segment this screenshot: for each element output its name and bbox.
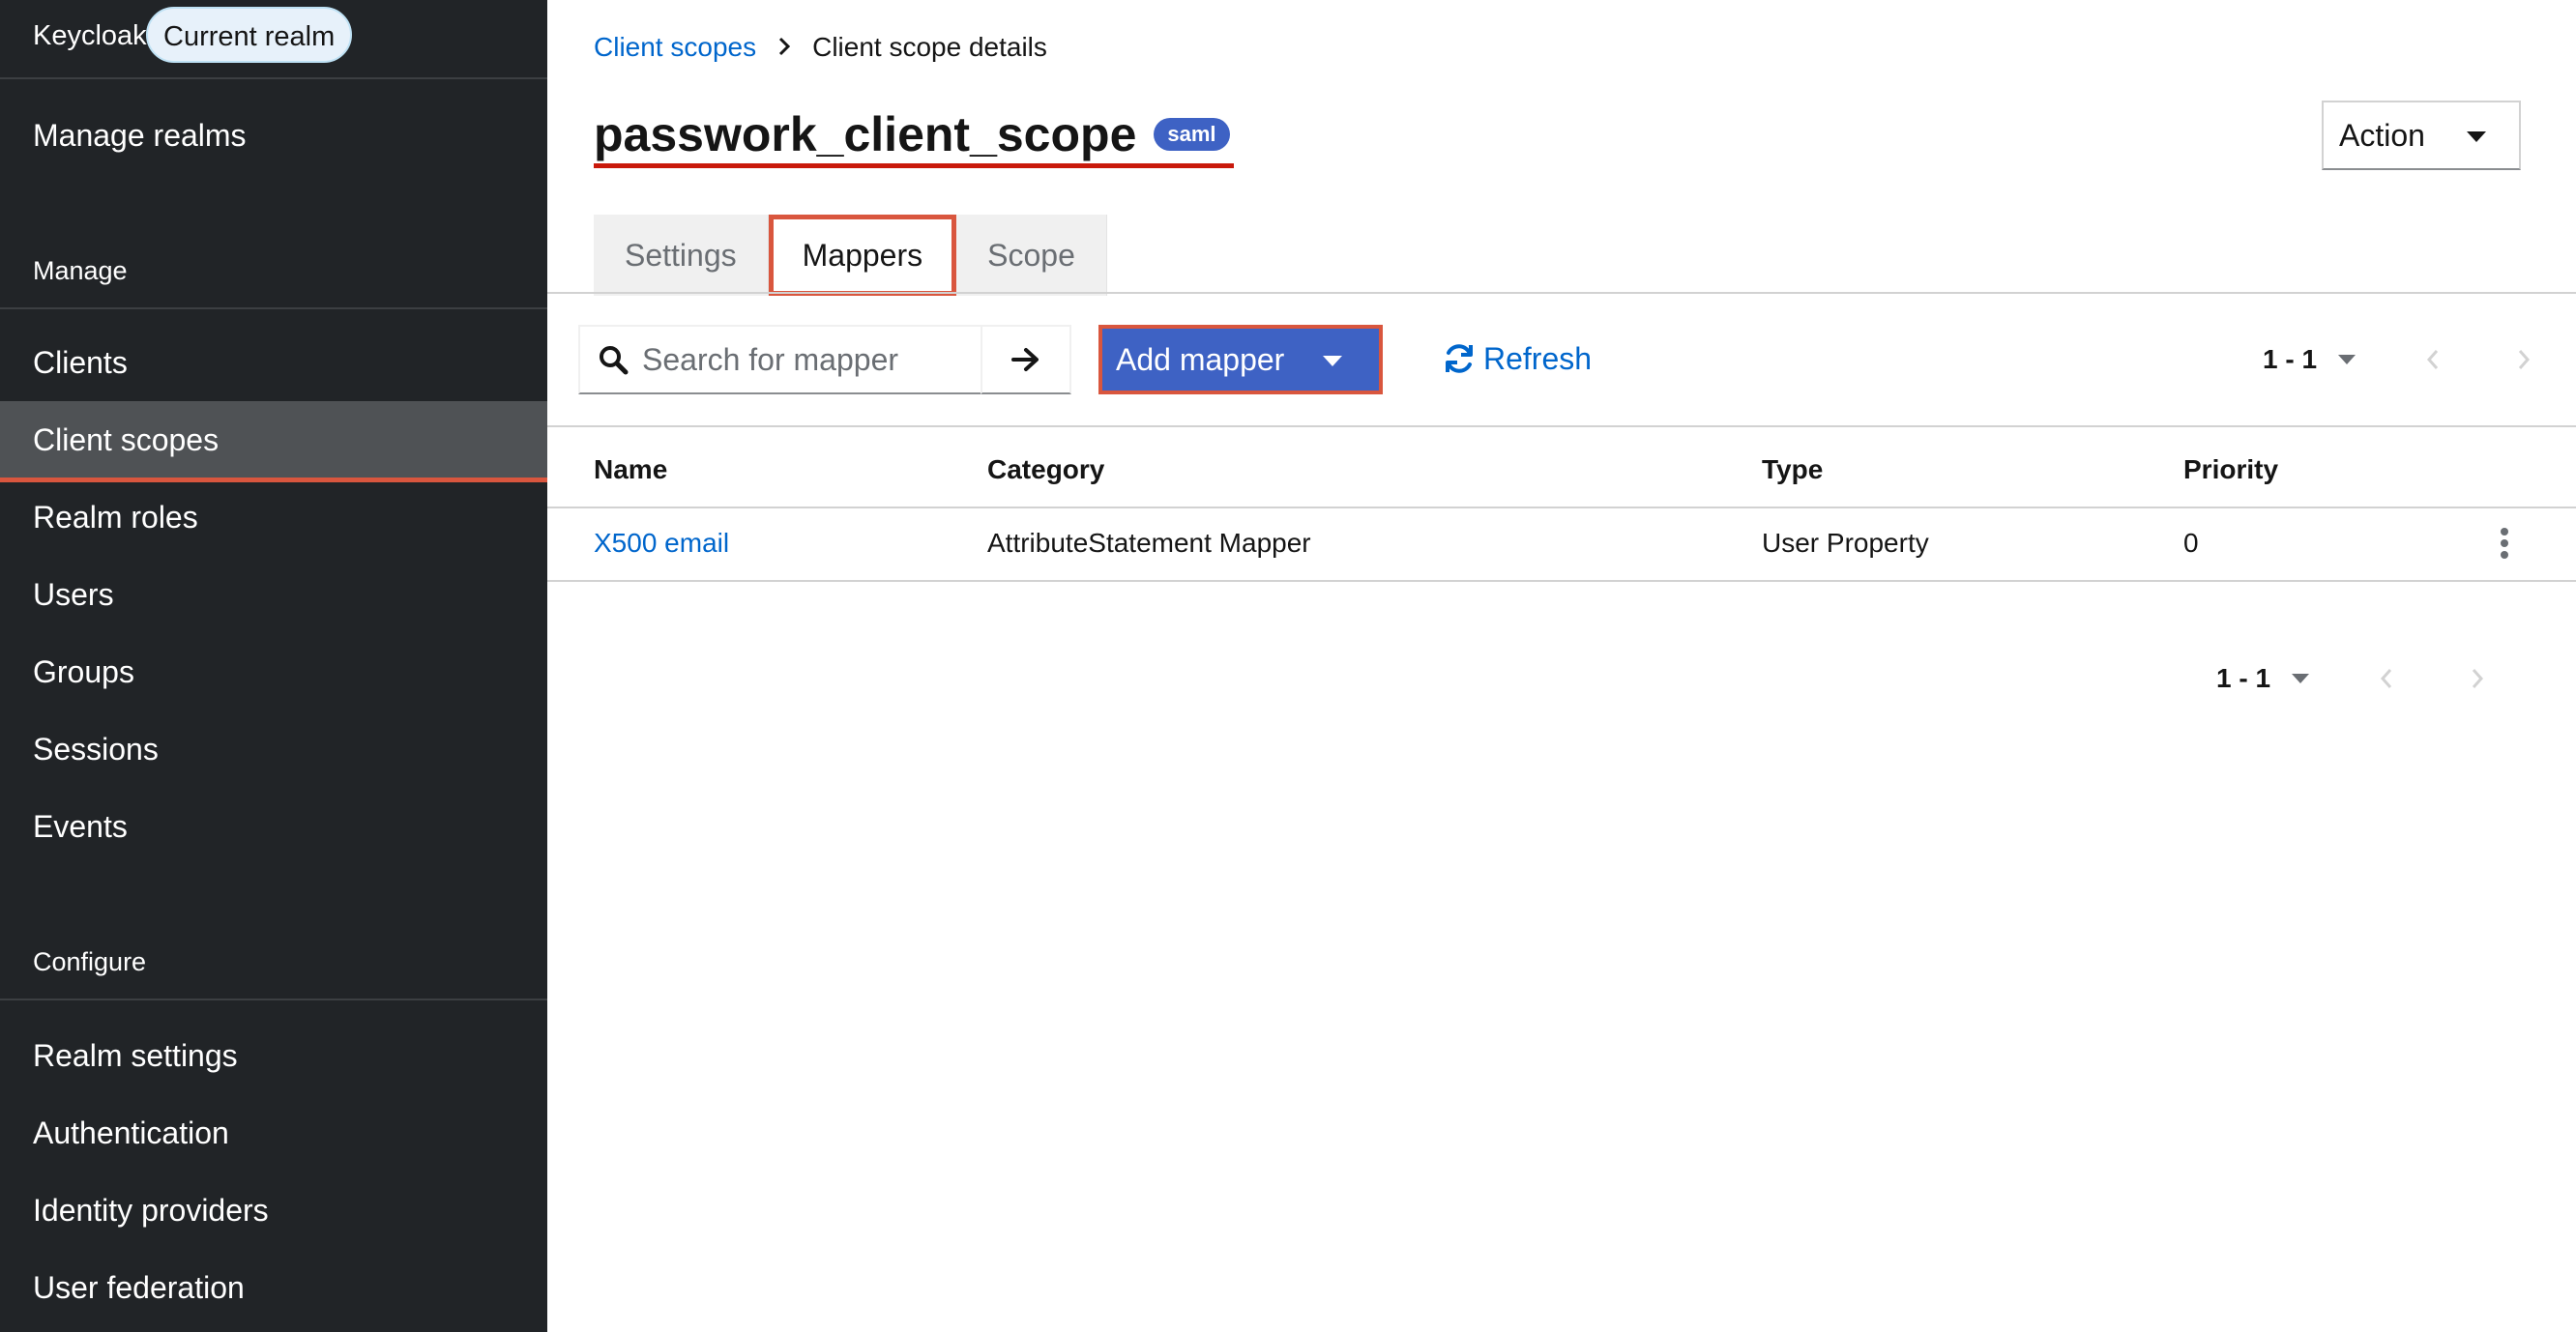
- mapper-type: User Property: [1762, 528, 1929, 558]
- tab-settings[interactable]: Settings: [594, 215, 769, 296]
- column-header-category[interactable]: Category: [987, 454, 1104, 485]
- protocol-badge: saml: [1154, 117, 1230, 151]
- sidebar-item-client-scopes[interactable]: Client scopes: [0, 401, 547, 482]
- sync-icon: [1446, 344, 1473, 373]
- refresh-button[interactable]: Refresh: [1443, 336, 1592, 381]
- sidebar: Keycloak Current realm Manage realms Man…: [0, 0, 547, 1332]
- column-header-name[interactable]: Name: [594, 454, 667, 485]
- sidebar-item-realm-settings[interactable]: Realm settings: [0, 1017, 547, 1094]
- tab-bar: Settings Mappers Scope: [594, 215, 1107, 296]
- mapper-name-link[interactable]: X500 email: [594, 528, 729, 559]
- pagination-range: 1 - 1: [2263, 344, 2318, 374]
- chevron-right-icon: [2472, 669, 2484, 688]
- add-mapper-label: Add mapper: [1116, 341, 1285, 377]
- search-mapper-box: [578, 325, 982, 394]
- next-page-button[interactable]: [2504, 340, 2543, 379]
- column-header-type[interactable]: Type: [1762, 454, 1823, 485]
- search-mapper-input[interactable]: [642, 329, 971, 391]
- previous-page-button[interactable]: [2414, 340, 2452, 379]
- sidebar-item-sessions[interactable]: Sessions: [0, 710, 547, 788]
- tab-mappers[interactable]: Mappers: [768, 215, 957, 296]
- tabs-divider: [547, 292, 2576, 294]
- chevron-left-icon: [2381, 669, 2392, 688]
- brand-logo-text: Keycloak: [33, 20, 147, 51]
- kebab-menu-icon[interactable]: [2495, 526, 2514, 561]
- column-header-priority[interactable]: Priority: [2183, 454, 2278, 485]
- per-page-caret-icon[interactable]: [2338, 355, 2356, 364]
- page-title-group: passwork_client_scope saml: [594, 104, 1234, 168]
- sidebar-section-manage: Manage: [33, 256, 128, 285]
- main-content: Client scopes Client scope details passw…: [547, 0, 2576, 1332]
- table-row-rule: [547, 580, 2576, 582]
- sidebar-item-authentication[interactable]: Authentication: [0, 1094, 547, 1172]
- chevron-right-icon: [2518, 350, 2531, 369]
- chevron-right-icon: [777, 31, 791, 64]
- pagination-bottom: 1 - 1: [2216, 650, 2497, 708]
- search-submit-button[interactable]: [981, 325, 1071, 394]
- pagination-top: 1 - 1: [2263, 331, 2543, 389]
- action-dropdown[interactable]: Action: [2322, 101, 2521, 170]
- breadcrumb-link-client-scopes[interactable]: Client scopes: [594, 31, 756, 64]
- current-realm-badge[interactable]: Current realm: [146, 7, 353, 63]
- sidebar-header: Keycloak Current realm: [0, 0, 547, 79]
- arrow-right-icon: [1011, 348, 1039, 371]
- sidebar-item-manage-realms[interactable]: Manage realms: [0, 97, 547, 174]
- breadcrumb: Client scopes Client scope details: [594, 31, 1047, 64]
- action-dropdown-label: Action: [2339, 117, 2425, 153]
- sidebar-item-groups[interactable]: Groups: [0, 633, 547, 710]
- caret-down-icon: [1323, 356, 1342, 366]
- pagination-range: 1 - 1: [2216, 663, 2271, 693]
- sidebar-section-configure: Configure: [33, 947, 147, 976]
- table-top-rule: [547, 425, 2576, 427]
- page-title: passwork_client_scope: [594, 106, 1137, 161]
- search-icon: [590, 327, 636, 392]
- next-page-button[interactable]: [2458, 659, 2497, 698]
- sidebar-divider: [0, 999, 547, 1000]
- sidebar-item-users[interactable]: Users: [0, 556, 547, 633]
- breadcrumb-current: Client scope details: [812, 32, 1047, 62]
- per-page-caret-icon[interactable]: [2292, 674, 2310, 683]
- sidebar-item-user-federation[interactable]: User federation: [0, 1249, 547, 1326]
- sidebar-item-identity-providers[interactable]: Identity providers: [0, 1172, 547, 1249]
- previous-page-button[interactable]: [2367, 659, 2406, 698]
- sidebar-item-events[interactable]: Events: [0, 788, 547, 865]
- chevron-left-icon: [2427, 350, 2439, 369]
- sidebar-divider: [0, 307, 547, 309]
- sidebar-item-realm-roles[interactable]: Realm roles: [0, 478, 547, 556]
- caret-down-icon: [2467, 131, 2486, 142]
- refresh-label: Refresh: [1483, 340, 1593, 376]
- sidebar-item-clients[interactable]: Clients: [0, 324, 547, 401]
- mapper-category: AttributeStatement Mapper: [987, 528, 1311, 558]
- add-mapper-button[interactable]: Add mapper: [1098, 325, 1383, 394]
- tab-scope[interactable]: Scope: [956, 215, 1107, 296]
- mapper-priority: 0: [2183, 528, 2199, 558]
- table-header-rule: [547, 507, 2576, 508]
